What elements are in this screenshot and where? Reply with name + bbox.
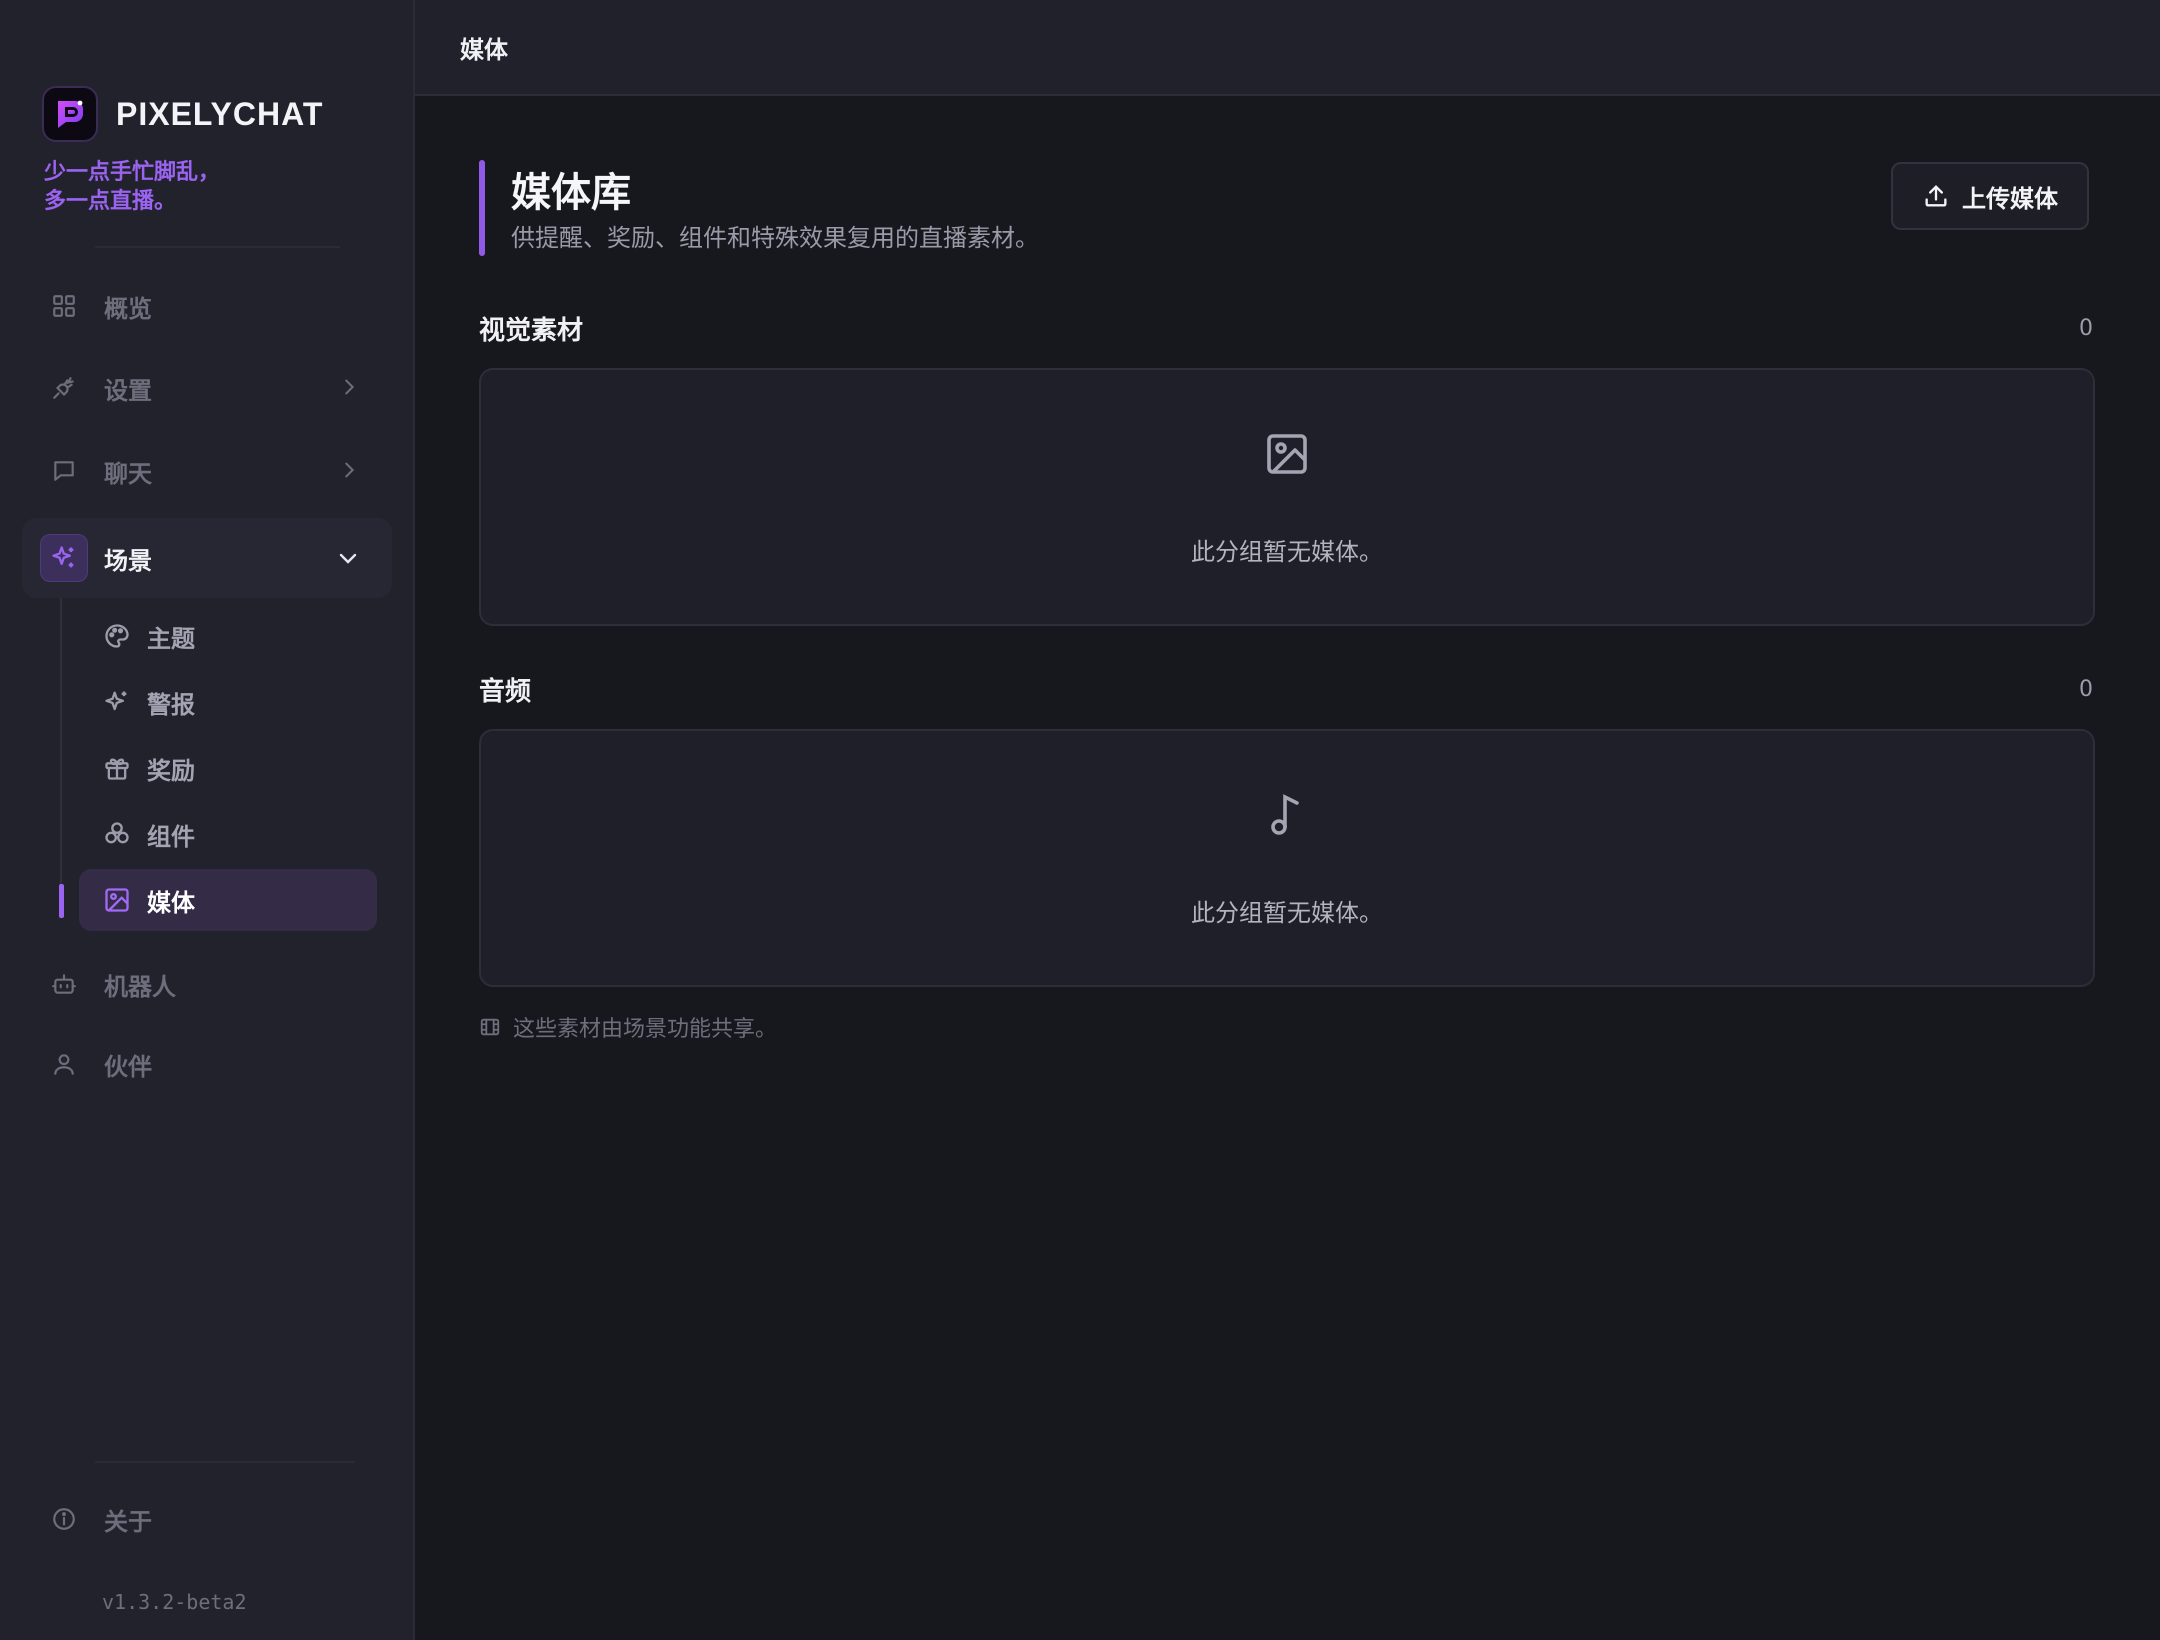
upload-media-label: 上传媒体	[1962, 184, 2058, 213]
sidebar: PIXELYCHAT 少一点手忙脚乱， 多一点直播。 概览 设置 聊天 场景 主…	[0, 0, 415, 1640]
empty-state-text: 此分组暂无媒体。	[1191, 538, 1383, 566]
brand-name: PIXELYCHAT	[116, 95, 324, 132]
empty-state-visual: 此分组暂无媒体。	[479, 368, 2095, 626]
app-version: v1.3.2-beta2	[102, 1590, 247, 1614]
breadcrumb: 媒体	[460, 35, 508, 64]
info-icon	[40, 1495, 88, 1543]
sidebar-item-label: 设置	[104, 376, 152, 405]
sidebar-item-label: 关于	[104, 1507, 152, 1536]
sidebar-item-label: 机器人	[104, 972, 176, 1001]
image-icon	[100, 883, 134, 917]
top-bar: 媒体	[415, 0, 2160, 96]
sidebar-subitem-alerts[interactable]: 警报	[79, 671, 377, 733]
footer-note: 这些素材由场景功能共享。	[479, 1011, 777, 1043]
section-title: 视觉素材	[479, 315, 584, 346]
film-icon	[480, 1018, 500, 1036]
chevron-down-icon	[339, 553, 357, 564]
page-header: 媒体库 供提醒、奖励、组件和特殊效果复用的直播素材。 上传媒体	[479, 160, 2089, 256]
sidebar-item-label: 警报	[147, 690, 195, 719]
sidebar-item-about[interactable]: 关于	[22, 1481, 392, 1557]
user-icon	[40, 1040, 88, 1088]
sidebar-item-chat[interactable]: 聊天	[22, 433, 392, 509]
grid-icon	[40, 282, 88, 330]
gift-icon	[100, 751, 134, 785]
title-accent-bar	[479, 160, 485, 256]
section-header-visual: 视觉素材 0	[479, 308, 2095, 348]
main-content: 媒体 媒体库 供提醒、奖励、组件和特殊效果复用的直播素材。 上传媒体 视觉素材 …	[415, 0, 2160, 1640]
sparkles-icon	[100, 685, 134, 719]
sidebar-subitem-themes[interactable]: 主题	[79, 605, 377, 667]
tagline-line-2: 多一点直播。	[44, 189, 177, 214]
sidebar-item-label: 概览	[104, 294, 152, 323]
music-note-icon	[1271, 794, 1299, 835]
divider	[95, 1461, 355, 1463]
components-icon	[100, 817, 134, 851]
section-title: 音频	[479, 676, 532, 707]
empty-state-text: 此分组暂无媒体。	[1191, 899, 1383, 927]
tagline-line-1: 少一点手忙脚乱，	[44, 160, 221, 185]
sidebar-item-settings[interactable]: 设置	[22, 350, 392, 426]
upload-icon	[1925, 185, 1947, 207]
sidebar-item-label: 组件	[147, 822, 195, 851]
sidebar-item-label: 主题	[147, 624, 195, 653]
section-count: 0	[2079, 315, 2093, 341]
section-count: 0	[2079, 676, 2093, 702]
brand[interactable]: PIXELYCHAT	[42, 86, 323, 142]
bot-icon	[40, 960, 88, 1008]
footer-note-text: 这些素材由场景功能共享。	[513, 1017, 778, 1042]
pixelychat-logo-icon	[42, 86, 98, 142]
brand-tagline: 少一点手忙脚乱， 多一点直播。	[44, 158, 344, 216]
sidebar-item-label: 伙伴	[104, 1052, 152, 1081]
sidebar-item-bots[interactable]: 机器人	[22, 946, 392, 1022]
chevron-right-icon	[345, 462, 355, 478]
page-title: 媒体库	[511, 170, 631, 216]
sidebar-item-partners[interactable]: 伙伴	[22, 1026, 392, 1102]
sidebar-subitem-rewards[interactable]: 奖励	[79, 737, 377, 799]
image-icon	[1267, 434, 1307, 474]
sidebar-subitem-media[interactable]: 媒体	[79, 869, 377, 931]
sidebar-item-label: 媒体	[147, 888, 195, 917]
chat-bubble-icon	[40, 447, 88, 495]
empty-state-audio: 此分组暂无媒体。	[479, 729, 2095, 987]
sidebar-item-label: 奖励	[147, 756, 195, 785]
plug-icon	[40, 364, 88, 412]
submenu-line	[60, 598, 62, 916]
sidebar-item-label: 聊天	[104, 459, 152, 488]
palette-icon	[100, 619, 134, 653]
sidebar-subitem-components[interactable]: 组件	[79, 803, 377, 865]
sidebar-item-scenes[interactable]: 场景	[22, 518, 392, 598]
divider	[95, 246, 340, 248]
upload-media-button[interactable]: 上传媒体	[1891, 162, 2089, 230]
sparkles-icon	[40, 534, 88, 582]
page-subtitle: 供提醒、奖励、组件和特殊效果复用的直播素材。	[511, 224, 1039, 252]
section-header-audio: 音频 0	[479, 669, 2095, 709]
active-indicator	[59, 884, 64, 918]
sidebar-item-overview[interactable]: 概览	[22, 268, 392, 344]
chevron-right-icon	[345, 379, 355, 395]
sidebar-item-label: 场景	[104, 546, 152, 575]
